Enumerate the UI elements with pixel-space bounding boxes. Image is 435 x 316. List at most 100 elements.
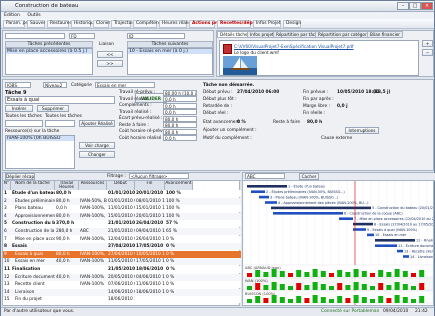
gantt-bar[interactable] xyxy=(265,201,277,204)
task-row[interactable]: 9 Essais à quai 80,0 h IVAN-100%, BUI27/04/… xyxy=(3,250,241,258)
voir-charge-button[interactable]: Voir charge xyxy=(79,142,115,149)
resource-load-bar xyxy=(247,286,252,290)
task-row[interactable]: 1 Étude d'un bateau80,0 h 01/01/2010 09:00… xyxy=(3,190,241,197)
detail-tab-0[interactable]: Détails tâche xyxy=(217,31,251,38)
gantt-bar[interactable] xyxy=(251,190,265,193)
toolbar-button-1[interactable]: Sauver xyxy=(27,20,45,28)
resource-item[interactable]: IVAN-100% (0h BUISSO xyxy=(6,136,74,141)
insert-button[interactable]: Insérer xyxy=(5,105,33,112)
add-attachment-button[interactable]: + xyxy=(422,40,433,47)
task-row[interactable]: 8 Essais 27/04/2010 06:0017/05/2010 18:000… xyxy=(3,243,241,251)
resource-load-bar xyxy=(386,285,392,290)
remove-attachment-button[interactable]: − xyxy=(422,49,433,56)
task-row[interactable]: 13 Recette client IVAN-100% 07/06/2010 09:0… xyxy=(3,281,241,289)
gantt-bar[interactable] xyxy=(259,195,269,199)
minimize-button[interactable]: – xyxy=(397,2,409,10)
gantt-bar[interactable] xyxy=(247,185,287,188)
resources-list[interactable]: IVAN-100% (0h BUISSO xyxy=(5,135,75,169)
column-header-2[interactable]: Travail Heures xyxy=(55,181,79,190)
link-add-button[interactable]: << xyxy=(97,51,123,58)
fd-combo[interactable]: FD xyxy=(69,33,95,39)
status-date: 09/04/2010 xyxy=(383,309,409,314)
task-row[interactable]: 10 Essais en mer 40,0 h IVAN-100% 11/05/2010… xyxy=(3,258,241,266)
toolbar-button-10[interactable]: Infos Projet xyxy=(253,20,281,28)
jobs-combo[interactable]: JOBS xyxy=(5,82,31,88)
work-value-reste: 80,0 h xyxy=(163,122,197,128)
task-cell-res: IVAN-100%, BUI xyxy=(80,251,107,257)
task-row[interactable]: 11Finalisation 21/05/2010 09:0018/06/2010… xyxy=(3,266,241,273)
column-header-6[interactable]: Avancement xyxy=(165,181,193,190)
task-row[interactable]: 14 Livraison 14/06/2010 09:0018/06/2010 18… xyxy=(3,288,241,296)
toolbar-button-6[interactable]: Compétences xyxy=(133,20,166,28)
toolbar-button-4[interactable]: Cloner xyxy=(93,20,110,28)
cause-checkbox[interactable]: Cause externe xyxy=(321,136,352,141)
add-realised-button[interactable]: Ajouter Réalisé xyxy=(79,120,115,127)
toolbar-button-8[interactable]: Actions projet xyxy=(189,20,227,28)
task-row[interactable]: 3 Plans bateau 0,0 h IVAN-100%, BUI11/01/20… xyxy=(3,205,241,213)
task-row[interactable]: 12 Écriture documentation40,0 h IVAN-100% 2… xyxy=(3,273,241,281)
column-header-0[interactable]: N° xyxy=(3,181,11,190)
column-header-4[interactable]: Début xyxy=(107,181,135,190)
task-name-input[interactable]: Essais à quai xyxy=(5,96,115,104)
id-combo[interactable] xyxy=(5,33,65,39)
column-header-1[interactable]: Nom de la tâche xyxy=(11,181,55,190)
toolbar-button-2[interactable]: Restaurer xyxy=(47,20,71,28)
gantt-bar[interactable] xyxy=(353,222,373,226)
prev-tasks-list[interactable]: Mise en place accessoires (à 0.5 j.) xyxy=(5,48,93,75)
next-task-item[interactable]: 10 - Essais en mer (à 0 j.) xyxy=(128,49,212,54)
resource-load-bar xyxy=(279,284,285,290)
task-row[interactable]: 15 Fin du projet 18/06/2010 18:00 xyxy=(3,296,241,304)
all-tasks-combo[interactable] xyxy=(5,120,43,127)
category-combo[interactable]: Essais en mer xyxy=(95,82,155,88)
link-remove-button[interactable]: >> xyxy=(97,60,123,67)
gantt-bar[interactable] xyxy=(273,212,343,215)
task-row[interactable]: 5 Construction du bateau370,0 h 21/01/2010… xyxy=(3,220,241,228)
id-combo-2[interactable]: ID xyxy=(127,33,185,39)
toolbar-button-7[interactable]: Heures réalisées xyxy=(159,20,198,28)
toolbar-button-11[interactable]: Design xyxy=(283,20,301,28)
menu-outils[interactable]: Outils xyxy=(24,12,43,19)
deplier-button[interactable]: Déplier récap xyxy=(5,173,35,180)
delete-button[interactable]: Supprimer xyxy=(37,105,69,112)
niveau-combo[interactable]: Niveau2 xyxy=(43,82,67,88)
gantt-bar[interactable] xyxy=(367,233,374,237)
task-row[interactable]: 4 Approvisionnement des pièces80,0 h IVAN-… xyxy=(3,212,241,220)
gantt-bar[interactable] xyxy=(375,239,415,242)
gantt-bar[interactable] xyxy=(397,249,403,253)
next-tasks-list[interactable]: 10 - Essais en mer (à 0 j.) xyxy=(127,48,213,75)
toolbar-button-5[interactable]: Trajectoire xyxy=(111,20,137,28)
toolbar-button-3[interactable]: Historique xyxy=(71,20,97,28)
task-row[interactable]: 7 Mise en place accessoires90,0 h IVAN-100… xyxy=(3,235,241,243)
column-header-3[interactable]: Ressources xyxy=(79,181,107,190)
detail-tab-4[interactable]: Bilan financier xyxy=(367,31,404,38)
detail-tab-3[interactable]: Répartition par catégorie xyxy=(315,31,374,38)
filter-combo[interactable]: <Aucun filtrage> xyxy=(129,173,189,179)
liaison-label: Liaison xyxy=(99,42,115,47)
interruptions-button[interactable]: Interruptions xyxy=(345,127,379,134)
column-header-5[interactable]: Fin xyxy=(135,181,165,190)
menu-edition[interactable]: Edition xyxy=(1,12,23,19)
all-tasks-label-2: Toutes les tâches xyxy=(45,114,82,119)
changer-button[interactable]: Changer xyxy=(79,151,115,158)
resource-load-bar xyxy=(288,286,293,290)
prev-task-item[interactable]: Mise en place accessoires (à 0.5 j.) xyxy=(6,49,92,54)
cacher-button[interactable]: Cacher xyxy=(299,173,319,180)
all-tasks-combo-2[interactable] xyxy=(45,120,75,127)
gantt-bar[interactable] xyxy=(375,244,397,247)
task-row[interactable]: 2 Études préliminaires80,0 h IVAN-50%, BUI… xyxy=(3,197,241,205)
toolbar-button-9[interactable]: Recettes/dépenses xyxy=(217,20,267,28)
task-row[interactable]: 6 Construction de la coque280,0 h ABC 21/01… xyxy=(3,228,241,235)
gantt-bar[interactable] xyxy=(271,206,371,210)
gantt-chart[interactable]: 1 - Étude d'un bateau2 - Études prélimin… xyxy=(243,181,433,305)
resource-load-bar xyxy=(279,297,285,303)
close-button[interactable]: × xyxy=(421,2,433,10)
maximize-button[interactable]: □ xyxy=(409,2,421,10)
resource-load-bar xyxy=(320,297,326,303)
attachment-link[interactable]: C:\VV60\VisualProjet7-Exe\Spécification … xyxy=(234,44,353,49)
toolbar-button-0[interactable]: Param. projet xyxy=(3,20,36,28)
gantt-bar[interactable] xyxy=(339,217,353,220)
gantt-res-combo[interactable]: ABC xyxy=(245,173,285,179)
app-window: Construction de bateau – □ × Edition Out… xyxy=(0,0,435,316)
gantt-bar[interactable] xyxy=(403,255,409,258)
logo-file-label[interactable]: Le logo du client.wmf xyxy=(234,50,279,55)
